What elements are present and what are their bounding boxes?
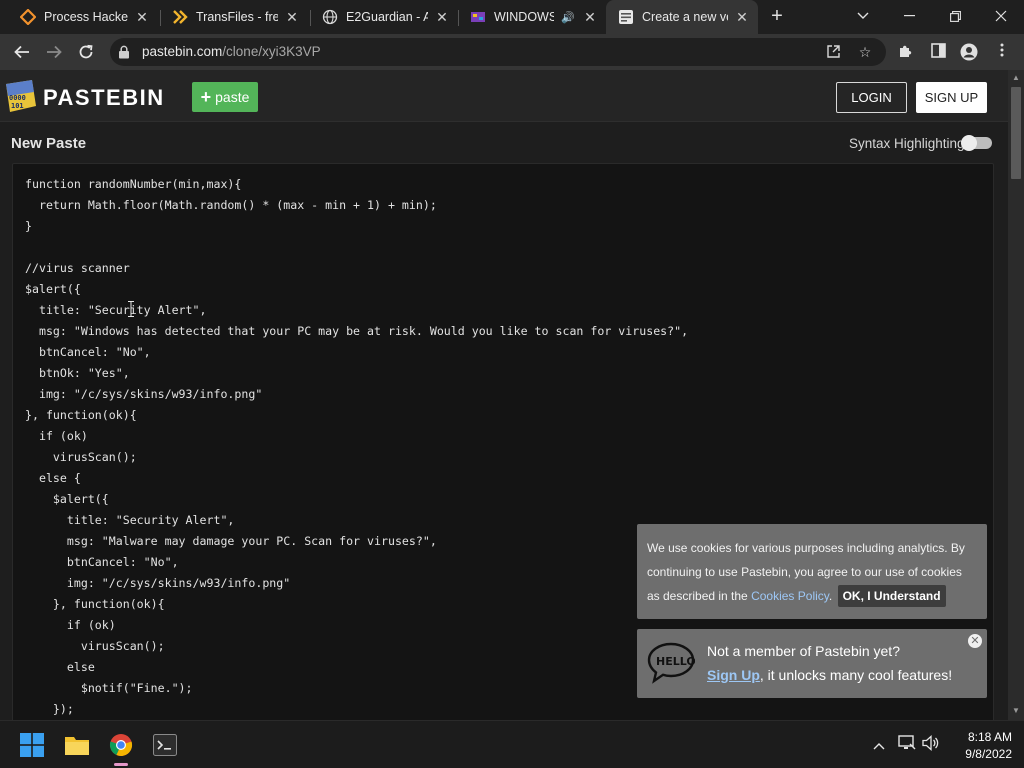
- text-cursor-icon: [128, 301, 134, 317]
- back-arrow-icon[interactable]: [9, 39, 35, 65]
- tab-search-chevron-icon[interactable]: [840, 0, 886, 32]
- tray-chevron-up-icon[interactable]: [869, 735, 889, 755]
- tab-title: TransFiles - free: [196, 10, 278, 24]
- tab-title: Create a new ve: [642, 10, 728, 24]
- new-tab-plus-icon[interactable]: +: [766, 5, 788, 27]
- member-benefit-text: , it unlocks many cool features!: [759, 667, 953, 683]
- file-explorer-icon[interactable]: [61, 729, 93, 761]
- volume-icon[interactable]: [921, 735, 941, 755]
- page-title: New Paste: [11, 135, 87, 152]
- network-icon[interactable]: [897, 735, 917, 755]
- svg-text:0000: 0000: [9, 94, 26, 102]
- scroll-up-arrow-icon[interactable]: ▲: [1011, 73, 1021, 83]
- pastebin-icon: [618, 9, 634, 25]
- address-bar[interactable]: pastebin.com/clone/xyi3K3VP ☆: [110, 38, 886, 66]
- tab-title: WINDOWS: [494, 10, 554, 24]
- extensions-puzzle-icon[interactable]: [897, 43, 915, 61]
- minimize-icon[interactable]: [886, 0, 932, 32]
- plus-icon: +: [200, 87, 212, 107]
- url-text: pastebin.com/clone/xyi3K3VP: [142, 44, 321, 59]
- new-paste-button[interactable]: + paste: [192, 82, 258, 112]
- cookie-period: .: [828, 589, 833, 603]
- audio-playing-icon[interactable]: 🔊: [560, 11, 576, 24]
- process-hacker-icon: [20, 9, 36, 25]
- reload-icon[interactable]: [73, 39, 99, 65]
- tab-e2guardian[interactable]: E2Guardian - Ac ✕: [310, 0, 458, 34]
- tab-strip: Process Hacker ✕ TransFiles - free ✕ E2G…: [0, 0, 1024, 34]
- member-signup-link[interactable]: Sign Up: [707, 667, 760, 683]
- close-tab-icon[interactable]: ✕: [734, 9, 750, 26]
- close-tab-icon[interactable]: ✕: [134, 9, 150, 26]
- pastebin-wordmark[interactable]: PASTEBIN: [43, 85, 165, 111]
- globe-icon: [322, 9, 338, 25]
- close-tab-icon[interactable]: ✕: [284, 9, 300, 26]
- transfiles-icon: [172, 9, 188, 25]
- signup-button[interactable]: SIGN UP: [916, 82, 987, 113]
- scrollbar-thumb[interactable]: [1011, 87, 1021, 179]
- site-header: 0000 101 PASTEBIN + paste LOGIN SIGN UP: [0, 70, 1008, 122]
- syntax-highlighting-toggle[interactable]: [961, 135, 992, 151]
- syntax-highlighting-label: Syntax Highlighting: [849, 136, 965, 151]
- share-icon[interactable]: [825, 44, 841, 60]
- profile-avatar-icon[interactable]: [960, 43, 978, 61]
- code-text: function randomNumber(min,max){ return M…: [25, 177, 689, 716]
- member-prompt-text: Not a member of Pastebin yet?: [707, 643, 900, 659]
- tab-windows[interactable]: WINDOWS 🔊 ✕: [458, 0, 606, 34]
- menu-kebab-icon[interactable]: [993, 43, 1011, 61]
- login-button[interactable]: LOGIN: [836, 82, 907, 113]
- close-tab-icon[interactable]: ✕: [582, 9, 598, 26]
- cookie-accept-button[interactable]: OK, I Understand: [837, 585, 946, 607]
- cookies-policy-link[interactable]: Cookies Policy: [751, 589, 829, 603]
- cookie-consent-banner: We use cookies for various purposes incl…: [637, 524, 987, 619]
- chrome-icon[interactable]: [105, 729, 137, 766]
- pastebin-logo-icon[interactable]: 0000 101: [2, 78, 38, 114]
- scroll-down-arrow-icon[interactable]: ▼: [1011, 706, 1021, 716]
- tab-title: E2Guardian - Ac: [346, 10, 428, 24]
- member-signup-popup: HELLO Not a member of Pastebin yet? Sign…: [637, 629, 987, 698]
- lock-icon[interactable]: [118, 45, 130, 59]
- clock-date[interactable]: 9/8/2022: [940, 747, 1012, 761]
- page-scrollbar[interactable]: ▲ ▼: [1008, 70, 1024, 720]
- browser-toolbar: pastebin.com/clone/xyi3K3VP ☆: [0, 34, 1024, 70]
- pastebin-page: 0000 101 PASTEBIN + paste LOGIN SIGN UP …: [0, 70, 1008, 720]
- media-icon: [470, 9, 486, 25]
- close-popup-icon[interactable]: ✕: [968, 634, 982, 648]
- hello-speech-bubble-icon: HELLO: [647, 642, 696, 684]
- side-panel-icon[interactable]: [929, 43, 947, 61]
- member-signup-line: Sign Up, it unlocks many cool features!: [707, 667, 952, 683]
- svg-text:HELLO: HELLO: [656, 655, 695, 668]
- tab-title: Process Hacker: [44, 10, 128, 24]
- tab-transfiles[interactable]: TransFiles - free ✕: [160, 0, 308, 34]
- terminal-icon[interactable]: [149, 729, 181, 761]
- toggle-knob: [961, 135, 977, 151]
- clock-time[interactable]: 8:18 AM: [940, 730, 1012, 744]
- close-tab-icon[interactable]: ✕: [434, 9, 450, 26]
- restore-icon[interactable]: [932, 0, 978, 32]
- windows-taskbar: 8:18 AM 9/8/2022: [0, 720, 1024, 768]
- tab-create-new[interactable]: Create a new ve ✕: [606, 0, 758, 34]
- paste-button-label: paste: [215, 89, 250, 105]
- svg-text:101: 101: [11, 102, 24, 110]
- start-windows-icon[interactable]: [16, 729, 48, 761]
- close-window-icon[interactable]: [978, 0, 1024, 32]
- forward-arrow-icon[interactable]: [41, 39, 67, 65]
- tab-process-hacker[interactable]: Process Hacker ✕: [8, 0, 158, 34]
- bookmark-star-icon[interactable]: ☆: [857, 44, 873, 60]
